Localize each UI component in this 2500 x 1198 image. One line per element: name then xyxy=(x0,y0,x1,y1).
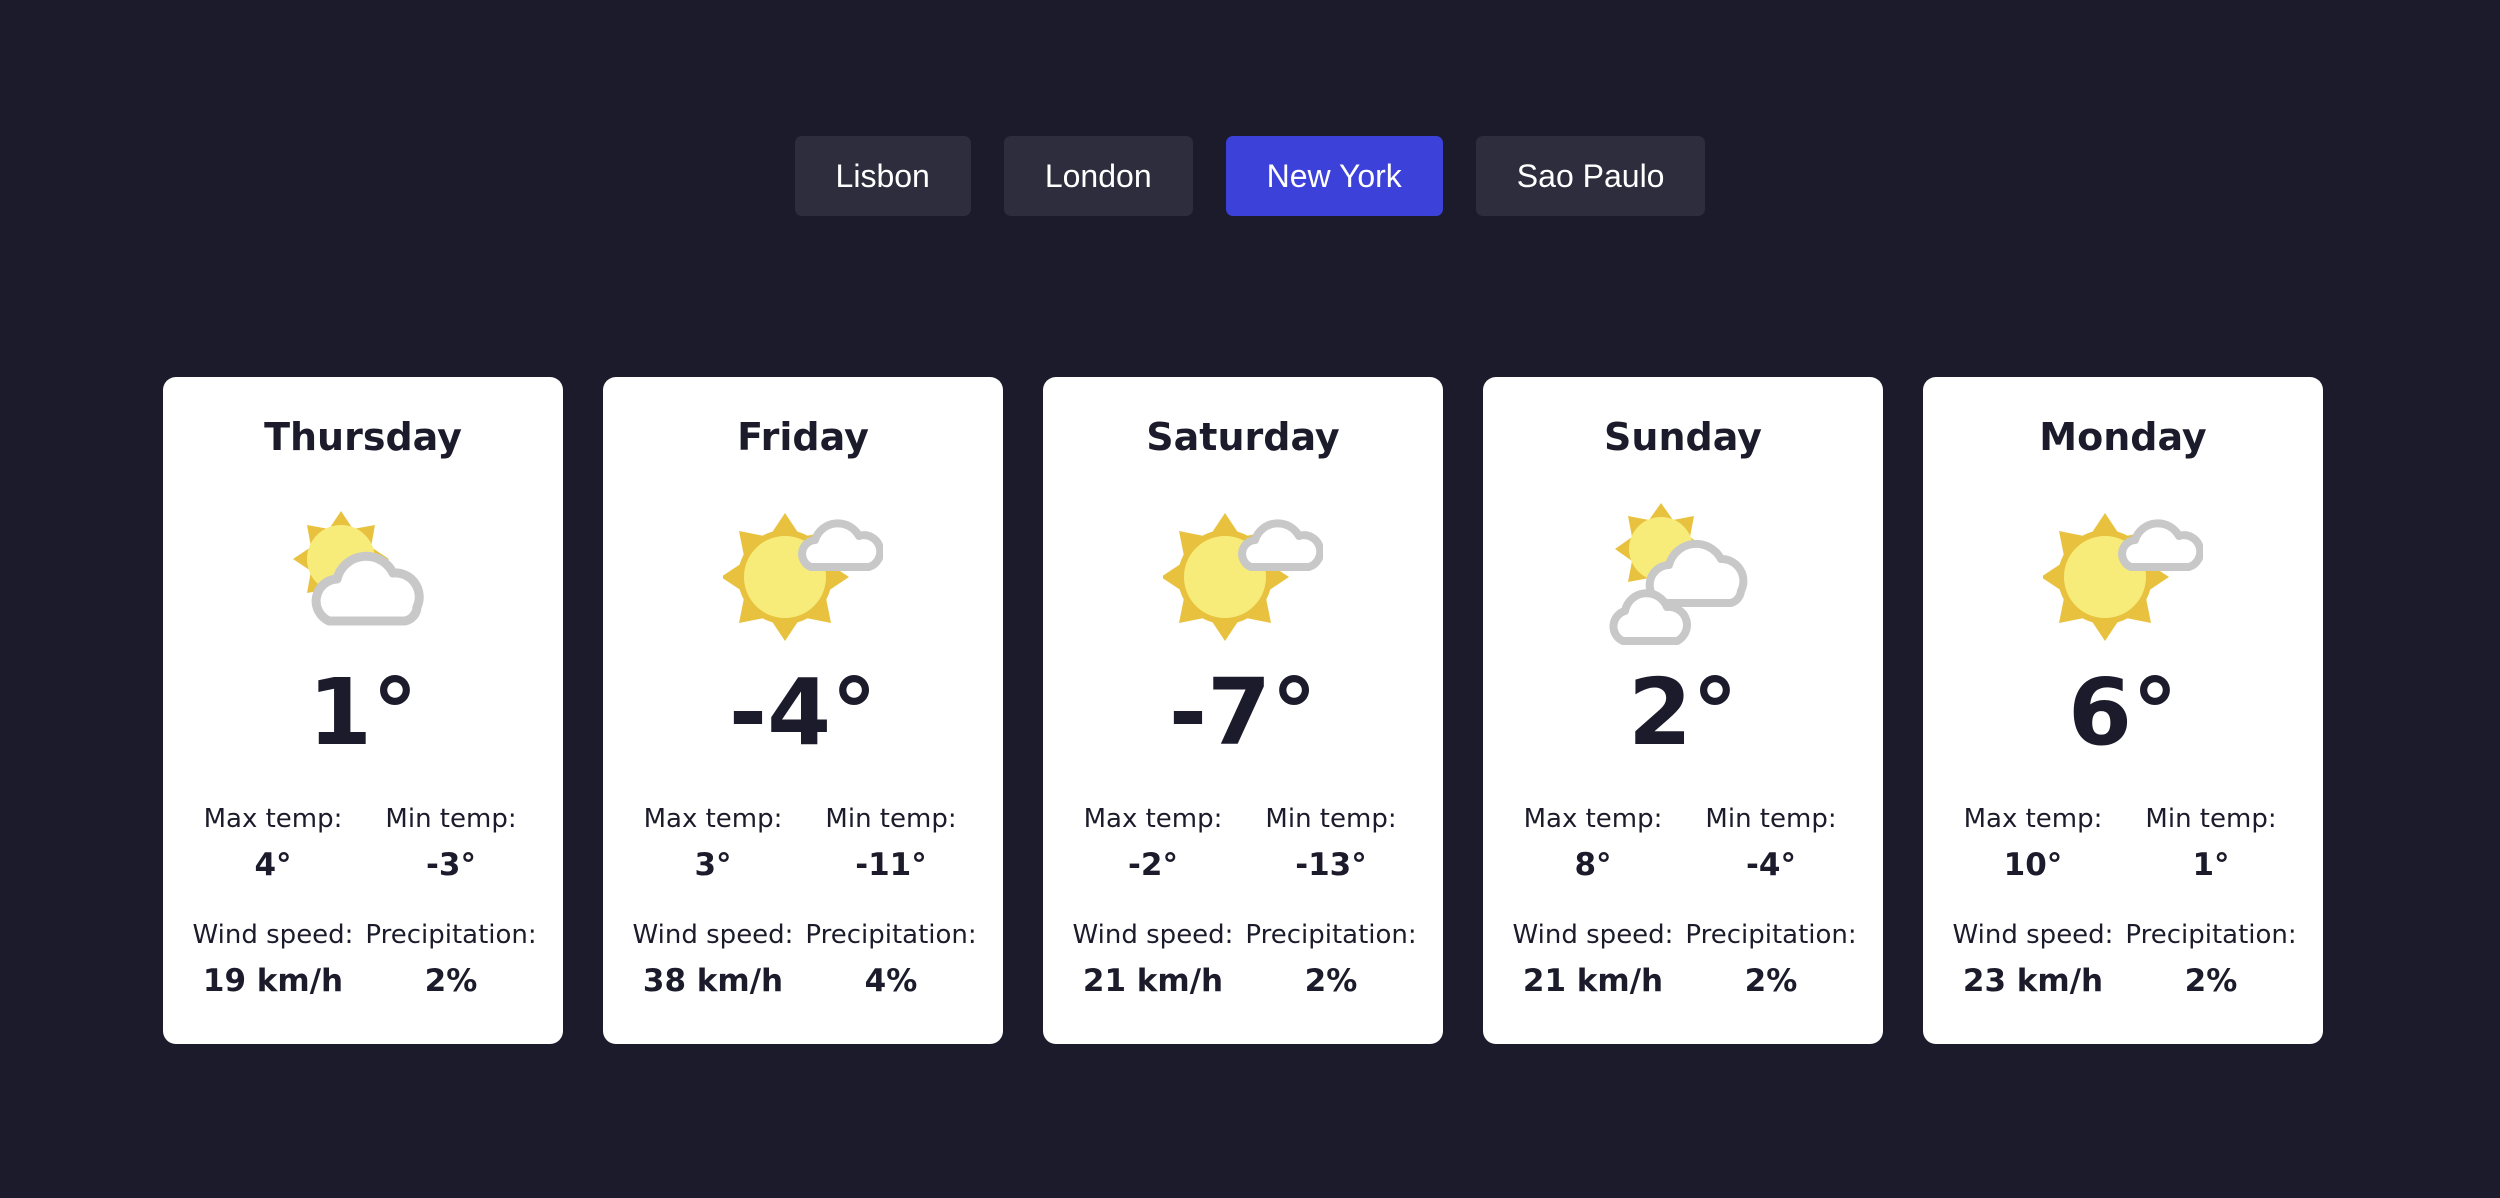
min-temp-value: -4° xyxy=(1746,847,1796,883)
wind-speed: Wind speed: 21 km/h xyxy=(1503,917,1683,999)
max-temp-label: Max temp: xyxy=(1963,804,2103,834)
wind-speed-label: Wind speed: xyxy=(1072,920,1234,950)
max-temp-value: -2° xyxy=(1128,847,1178,883)
min-temp-label: Min temp: xyxy=(1265,804,1397,834)
forecast-card-saturday: Saturday -7° Max temp: -2° Min temp: -13… xyxy=(1043,377,1443,1044)
max-temp-value: 4° xyxy=(254,847,292,883)
city-tab-lisbon[interactable]: Lisbon xyxy=(794,136,971,216)
precipitation-value: 2% xyxy=(1744,963,1798,999)
wind-speed: Wind speed: 38 km/h xyxy=(623,917,803,999)
min-temp-label: Min temp: xyxy=(825,804,957,834)
max-temp-label: Max temp: xyxy=(643,804,783,834)
city-selector: Lisbon London New York Sao Paulo xyxy=(0,136,2500,216)
wind-speed-label: Wind speed: xyxy=(1952,920,2114,950)
forecast-card-thursday: Thursday 1° Max temp: 4° Min temp: -3° W… xyxy=(163,377,563,1044)
current-temperature: 2° xyxy=(1627,659,1738,766)
forecast-card-monday: Monday 6° Max temp: 10° Min temp: 1° Win… xyxy=(1923,377,2323,1044)
min-temp-value: -13° xyxy=(1295,847,1367,883)
wind-speed-label: Wind speed: xyxy=(192,920,354,950)
max-temp: Max temp: 4° xyxy=(183,801,363,883)
wind-speed-value: 19 km/h xyxy=(202,963,344,999)
wind-speed-label: Wind speed: xyxy=(632,920,794,950)
current-temperature: -7° xyxy=(1168,659,1318,766)
precipitation: Precipitation: 2% xyxy=(361,917,541,999)
wind-speed-value: 23 km/h xyxy=(1962,963,2104,999)
day-name: Thursday xyxy=(264,415,462,459)
sun-small-cloud-icon xyxy=(1163,499,1323,649)
forecast-card-friday: Friday -4° Max temp: 3° Min temp: -11° W… xyxy=(603,377,1003,1044)
min-temp: Min temp: -3° xyxy=(361,801,541,883)
forecast-cards: Thursday 1° Max temp: 4° Min temp: -3° W… xyxy=(163,377,2323,1044)
max-temp: Max temp: 10° xyxy=(1943,801,2123,883)
min-temp-label: Min temp: xyxy=(2145,804,2277,834)
min-temp-value: -3° xyxy=(426,847,476,883)
max-temp: Max temp: 3° xyxy=(623,801,803,883)
wind-speed-value: 21 km/h xyxy=(1522,963,1664,999)
precipitation-label: Precipitation: xyxy=(1685,920,1857,950)
precipitation-value: 2% xyxy=(1304,963,1358,999)
min-temp-value: -11° xyxy=(855,847,927,883)
precipitation-value: 4% xyxy=(864,963,918,999)
city-tab-new-york[interactable]: New York xyxy=(1225,136,1443,216)
precipitation-label: Precipitation: xyxy=(365,920,537,950)
max-temp-label: Max temp: xyxy=(1083,804,1223,834)
current-temperature: -4° xyxy=(728,659,878,766)
precipitation: Precipitation: 2% xyxy=(1681,917,1861,999)
current-temperature: 6° xyxy=(2067,659,2178,766)
wind-speed: Wind speed: 23 km/h xyxy=(1943,917,2123,999)
wind-speed: Wind speed: 21 km/h xyxy=(1063,917,1243,999)
day-name: Saturday xyxy=(1146,415,1340,459)
max-temp-label: Max temp: xyxy=(203,804,343,834)
wind-speed-label: Wind speed: xyxy=(1512,920,1674,950)
forecast-card-sunday: Sunday 2° Max temp: 8° Min temp: -4° Win… xyxy=(1483,377,1883,1044)
precipitation-label: Precipitation: xyxy=(2125,920,2297,950)
city-tab-sao-paulo[interactable]: Sao Paulo xyxy=(1475,136,1706,216)
max-temp: Max temp: 8° xyxy=(1503,801,1683,883)
sun-behind-cloud-icon xyxy=(283,499,443,649)
sun-two-clouds-icon xyxy=(1603,499,1763,649)
min-temp-value: 1° xyxy=(2192,847,2230,883)
day-name: Sunday xyxy=(1604,415,1762,459)
min-temp: Min temp: -11° xyxy=(801,801,981,883)
wind-speed-value: 38 km/h xyxy=(642,963,784,999)
city-tab-london[interactable]: London xyxy=(1003,136,1193,216)
precipitation: Precipitation: 2% xyxy=(2121,917,2301,999)
sun-small-cloud-icon xyxy=(2043,499,2203,649)
precipitation-label: Precipitation: xyxy=(1245,920,1417,950)
max-temp-value: 8° xyxy=(1574,847,1612,883)
min-temp-label: Min temp: xyxy=(385,804,517,834)
sun-small-cloud-icon xyxy=(723,499,883,649)
max-temp: Max temp: -2° xyxy=(1063,801,1243,883)
wind-speed-value: 21 km/h xyxy=(1082,963,1224,999)
min-temp: Min temp: -4° xyxy=(1681,801,1861,883)
max-temp-value: 10° xyxy=(2003,847,2063,883)
precipitation: Precipitation: 4% xyxy=(801,917,981,999)
precipitation-label: Precipitation: xyxy=(805,920,977,950)
day-name: Monday xyxy=(2039,415,2207,459)
min-temp: Min temp: -13° xyxy=(1241,801,1421,883)
day-name: Friday xyxy=(737,415,869,459)
precipitation-value: 2% xyxy=(2184,963,2238,999)
max-temp-label: Max temp: xyxy=(1523,804,1663,834)
min-temp-label: Min temp: xyxy=(1705,804,1837,834)
wind-speed: Wind speed: 19 km/h xyxy=(183,917,363,999)
precipitation-value: 2% xyxy=(424,963,478,999)
min-temp: Min temp: 1° xyxy=(2121,801,2301,883)
precipitation: Precipitation: 2% xyxy=(1241,917,1421,999)
max-temp-value: 3° xyxy=(694,847,732,883)
current-temperature: 1° xyxy=(307,659,418,766)
